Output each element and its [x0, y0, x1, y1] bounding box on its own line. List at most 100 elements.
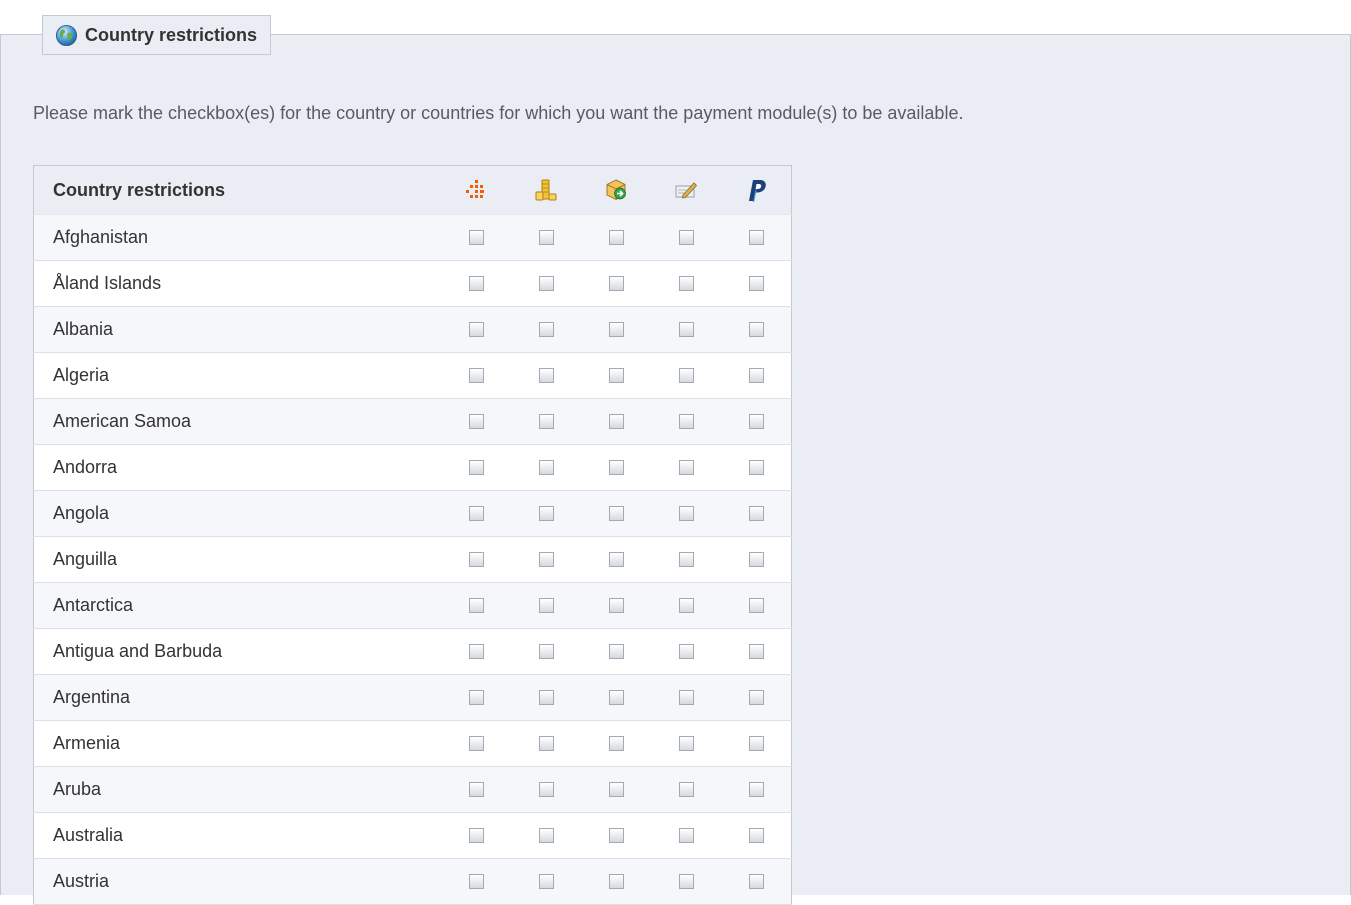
- module-5-checkbox[interactable]: [748, 321, 764, 337]
- module-2-checkbox[interactable]: [538, 643, 554, 659]
- module-2-checkbox[interactable]: [538, 413, 554, 429]
- module-3-checkbox[interactable]: [608, 275, 624, 291]
- module-4-cell: [651, 490, 722, 537]
- module-4-checkbox[interactable]: [678, 551, 694, 567]
- module-2-cell: [511, 306, 582, 353]
- module-4-checkbox[interactable]: [678, 597, 694, 613]
- module-3-checkbox[interactable]: [608, 781, 624, 797]
- module-4-checkbox[interactable]: [678, 781, 694, 797]
- module-1-checkbox[interactable]: [468, 597, 484, 613]
- module-1-cell: [441, 766, 512, 813]
- module-4-checkbox[interactable]: [678, 689, 694, 705]
- module-2-checkbox[interactable]: [538, 551, 554, 567]
- module-5-checkbox[interactable]: [748, 827, 764, 843]
- module-1-checkbox[interactable]: [468, 275, 484, 291]
- module-4-checkbox[interactable]: [678, 505, 694, 521]
- module-5-checkbox[interactable]: [748, 643, 764, 659]
- module-2-checkbox[interactable]: [538, 459, 554, 475]
- module-3-checkbox[interactable]: [608, 643, 624, 659]
- module-5-checkbox[interactable]: [748, 367, 764, 383]
- module-4-checkbox[interactable]: [678, 321, 694, 337]
- module-5-checkbox[interactable]: [748, 413, 764, 429]
- module-1-cell: [441, 858, 512, 905]
- module-3-checkbox[interactable]: [608, 873, 624, 889]
- module-4-checkbox[interactable]: [678, 873, 694, 889]
- module-2-cell: [511, 674, 582, 721]
- module-4-checkbox[interactable]: [678, 827, 694, 843]
- module-3-checkbox[interactable]: [608, 321, 624, 337]
- module-1-checkbox[interactable]: [468, 505, 484, 521]
- module-3-checkbox[interactable]: [608, 827, 624, 843]
- table-row: American Samoa: [33, 398, 792, 445]
- module-3-cell: [581, 582, 652, 629]
- module-2-checkbox[interactable]: [538, 873, 554, 889]
- module-3-checkbox[interactable]: [608, 505, 624, 521]
- module-4-checkbox[interactable]: [678, 459, 694, 475]
- module-1-checkbox[interactable]: [468, 367, 484, 383]
- module-2-checkbox[interactable]: [538, 781, 554, 797]
- module-5-checkbox[interactable]: [748, 689, 764, 705]
- module-1-checkbox[interactable]: [468, 827, 484, 843]
- table-row: Australia: [33, 812, 792, 859]
- module-3-cell: [581, 812, 652, 859]
- module-4-checkbox[interactable]: [678, 413, 694, 429]
- table-row: Antigua and Barbuda: [33, 628, 792, 675]
- module-3-checkbox[interactable]: [608, 229, 624, 245]
- module-5-checkbox[interactable]: [748, 275, 764, 291]
- module-1-checkbox[interactable]: [468, 551, 484, 567]
- module-2-checkbox[interactable]: [538, 321, 554, 337]
- module-5-cell: [721, 536, 792, 583]
- module-1-checkbox[interactable]: [468, 781, 484, 797]
- country-name: Andorra: [33, 444, 442, 491]
- module-4-checkbox[interactable]: [678, 735, 694, 751]
- module-4-checkbox[interactable]: [678, 643, 694, 659]
- module-5-checkbox[interactable]: [748, 229, 764, 245]
- module-1-cell: [441, 582, 512, 629]
- module-4-checkbox[interactable]: [678, 229, 694, 245]
- module-1-checkbox[interactable]: [468, 735, 484, 751]
- module-3-header: [581, 165, 652, 215]
- module-3-checkbox[interactable]: [608, 367, 624, 383]
- module-2-checkbox[interactable]: [538, 735, 554, 751]
- module-5-checkbox[interactable]: [748, 873, 764, 889]
- module-3-cell: [581, 766, 652, 813]
- module-4-cell: [651, 812, 722, 859]
- country-name: Australia: [33, 812, 442, 859]
- module-2-checkbox[interactable]: [538, 229, 554, 245]
- module-5-checkbox[interactable]: [748, 781, 764, 797]
- module-4-checkbox[interactable]: [678, 367, 694, 383]
- paypal-icon: [749, 180, 766, 203]
- module-2-cell: [511, 628, 582, 675]
- module-2-checkbox[interactable]: [538, 689, 554, 705]
- module-2-checkbox[interactable]: [538, 597, 554, 613]
- module-4-checkbox[interactable]: [678, 275, 694, 291]
- country-restrictions-table: Country restrictions Afghanistan Åland I…: [33, 165, 792, 905]
- module-3-checkbox[interactable]: [608, 689, 624, 705]
- module-2-checkbox[interactable]: [538, 275, 554, 291]
- module-1-checkbox[interactable]: [468, 321, 484, 337]
- module-3-checkbox[interactable]: [608, 413, 624, 429]
- module-3-checkbox[interactable]: [608, 597, 624, 613]
- module-1-checkbox[interactable]: [468, 689, 484, 705]
- module-2-checkbox[interactable]: [538, 367, 554, 383]
- module-1-checkbox[interactable]: [468, 873, 484, 889]
- module-1-checkbox[interactable]: [468, 229, 484, 245]
- module-5-checkbox[interactable]: [748, 597, 764, 613]
- module-1-checkbox[interactable]: [468, 643, 484, 659]
- module-5-checkbox[interactable]: [748, 551, 764, 567]
- module-5-cell: [721, 720, 792, 767]
- module-5-checkbox[interactable]: [748, 735, 764, 751]
- module-2-header: [511, 165, 582, 215]
- module-5-cell: [721, 766, 792, 813]
- module-5-checkbox[interactable]: [748, 505, 764, 521]
- module-5-checkbox[interactable]: [748, 459, 764, 475]
- module-2-checkbox[interactable]: [538, 827, 554, 843]
- module-1-checkbox[interactable]: [468, 413, 484, 429]
- module-3-checkbox[interactable]: [608, 459, 624, 475]
- module-3-checkbox[interactable]: [608, 735, 624, 751]
- module-1-checkbox[interactable]: [468, 459, 484, 475]
- module-4-cell: [651, 674, 722, 721]
- module-2-checkbox[interactable]: [538, 505, 554, 521]
- module-4-cell: [651, 444, 722, 491]
- module-3-checkbox[interactable]: [608, 551, 624, 567]
